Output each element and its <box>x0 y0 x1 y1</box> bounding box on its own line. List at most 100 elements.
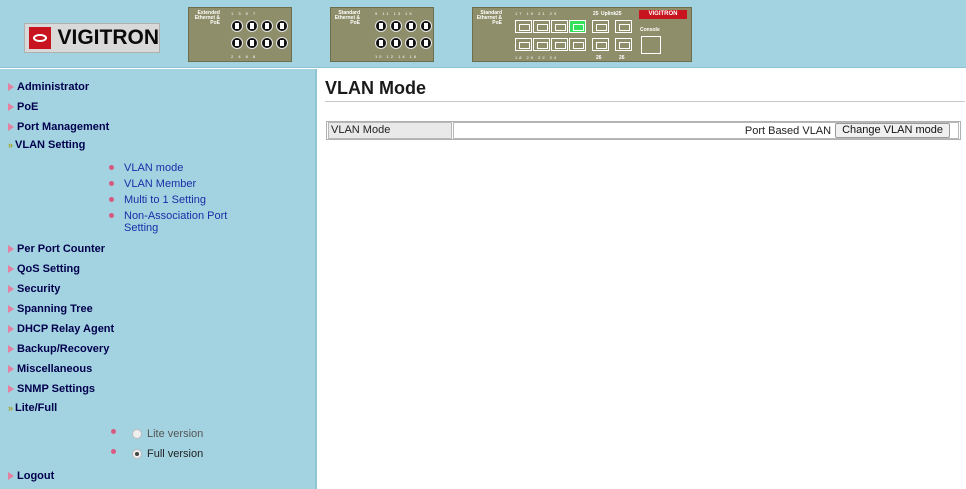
menu-label: Administrator <box>17 81 90 93</box>
port-20[interactable] <box>533 38 550 51</box>
uplink-label: Uplink <box>601 11 617 17</box>
lite-version-radio[interactable] <box>132 429 142 439</box>
port-12[interactable] <box>390 37 402 49</box>
arrow-right-icon <box>8 103 14 111</box>
arrow-right-icon <box>8 265 14 273</box>
port-numbers-bottom: 2 4 6 8 <box>231 54 258 59</box>
uplink-26-label: 26 <box>619 55 625 61</box>
bullet-icon <box>109 165 114 170</box>
port-6[interactable] <box>261 37 273 49</box>
menu-poe[interactable]: PoE <box>8 101 38 113</box>
menu-qos-setting[interactable]: QoS Setting <box>8 263 80 275</box>
submenu-vlan-mode[interactable]: VLAN mode <box>109 162 183 174</box>
submenu-label: VLAN Member <box>124 178 197 190</box>
bullet-icon <box>111 448 116 454</box>
port-14[interactable] <box>405 37 417 49</box>
bullet-icon <box>111 428 116 434</box>
port-2[interactable] <box>231 37 243 49</box>
port-17[interactable] <box>515 20 532 33</box>
menu-miscellaneous[interactable]: Miscellaneous <box>8 363 92 375</box>
port-19[interactable] <box>533 20 550 33</box>
vlan-mode-value-cell: Port Based VLAN Change VLAN mode <box>453 122 959 139</box>
bullet-icon <box>109 197 114 202</box>
menu-snmp-settings[interactable]: SNMP Settings <box>8 383 95 395</box>
uplink-port-26[interactable] <box>615 38 632 51</box>
eye-icon <box>29 27 52 49</box>
port-5[interactable] <box>261 20 273 32</box>
radio-label: Full version <box>147 448 204 460</box>
menu-label: Spanning Tree <box>17 303 93 315</box>
arrow-right-icon <box>8 83 14 91</box>
page-title: VLAN Mode <box>325 78 426 98</box>
port-numbers-top: 9 11 13 15 <box>375 11 414 16</box>
logo-text: VIGITRON <box>57 26 159 49</box>
port-21[interactable] <box>551 20 568 33</box>
port-22[interactable] <box>551 38 568 51</box>
mini-vigitron-logo: VIGITRON <box>639 10 687 19</box>
submenu-multi-to-1[interactable]: Multi to 1 Setting <box>109 194 206 206</box>
port-numbers-bottom: 10 12 14 16 <box>375 54 419 59</box>
port-23-active[interactable] <box>569 20 586 33</box>
sidebar-nav: Administrator PoE Port Management » VLAN … <box>0 69 317 489</box>
submenu-non-association[interactable]: Non-Association Port Setting <box>109 210 234 234</box>
main-content: VLAN Mode VLAN Mode Port Based VLAN Chan… <box>319 69 966 489</box>
menu-label: Miscellaneous <box>17 363 93 375</box>
menu-vlan-setting[interactable]: » VLAN Setting <box>8 139 85 151</box>
port-9[interactable] <box>375 20 387 32</box>
submenu-vlan-member[interactable]: VLAN Member <box>109 178 196 190</box>
port-3[interactable] <box>246 20 258 32</box>
menu-logout[interactable]: Logout <box>8 470 54 482</box>
port-7[interactable] <box>276 20 288 32</box>
menu-dhcp-relay[interactable]: DHCP Relay Agent <box>8 323 114 335</box>
menu-port-management[interactable]: Port Management <box>8 121 109 133</box>
menu-label: Per Port Counter <box>17 243 106 255</box>
menu-label: Port Management <box>17 121 110 133</box>
menu-label: PoE <box>17 101 39 113</box>
submenu-label: VLAN mode <box>124 162 184 174</box>
arrow-right-icon <box>8 285 14 293</box>
vigitron-logo: VIGITRON <box>24 23 160 53</box>
submenu-label: Non-Association Port Setting <box>124 210 228 234</box>
menu-spanning-tree[interactable]: Spanning Tree <box>8 303 93 315</box>
menu-administrator[interactable]: Administrator <box>8 81 89 93</box>
full-version-radio[interactable] <box>132 449 142 459</box>
panel-label: Standard Ethernet & PoE <box>476 10 502 26</box>
port-8[interactable] <box>276 37 288 49</box>
port-24[interactable] <box>569 38 586 51</box>
option-full-version[interactable]: Full version <box>111 448 203 460</box>
port-16[interactable] <box>420 37 432 49</box>
port-numbers-top: 17 19 21 23 <box>515 11 559 16</box>
port-10[interactable] <box>375 37 387 49</box>
port-25[interactable] <box>592 20 609 33</box>
submenu-label: Multi to 1 Setting <box>124 194 206 206</box>
uplink-port-25[interactable] <box>615 20 632 33</box>
arrow-right-icon <box>8 472 14 480</box>
radio-label: Lite version <box>147 428 204 440</box>
port-13[interactable] <box>405 20 417 32</box>
port-11[interactable] <box>390 20 402 32</box>
menu-lite-full[interactable]: » Lite/Full <box>8 402 57 414</box>
menu-backup-recovery[interactable]: Backup/Recovery <box>8 343 109 355</box>
port-18[interactable] <box>515 38 532 51</box>
port-15[interactable] <box>420 20 432 32</box>
arrow-right-icon <box>8 365 14 373</box>
vlan-mode-value: Port Based VLAN <box>744 124 832 137</box>
panel-label: Extended Ethernet & PoE <box>194 10 220 26</box>
option-lite-version[interactable]: Lite version <box>111 428 203 440</box>
menu-label: Security <box>17 283 61 295</box>
bullet-icon <box>109 213 114 218</box>
menu-per-port-counter[interactable]: Per Port Counter <box>8 243 105 255</box>
port-numbers-top: 1 3 5 7 <box>231 11 258 16</box>
change-vlan-mode-button[interactable]: Change VLAN mode <box>835 123 950 138</box>
menu-label: Logout <box>17 470 55 482</box>
menu-label: SNMP Settings <box>17 383 96 395</box>
menu-security[interactable]: Security <box>8 283 60 295</box>
console-port[interactable] <box>641 36 661 54</box>
port-26[interactable] <box>592 38 609 51</box>
port-1[interactable] <box>231 20 243 32</box>
port-25-label: 25 <box>593 11 599 17</box>
port-numbers-bottom: 18 20 22 24 <box>515 55 559 60</box>
port-4[interactable] <box>246 37 258 49</box>
panel-label: Standard Ethernet & PoE <box>334 10 360 26</box>
port-26-label: 26 <box>596 55 602 61</box>
